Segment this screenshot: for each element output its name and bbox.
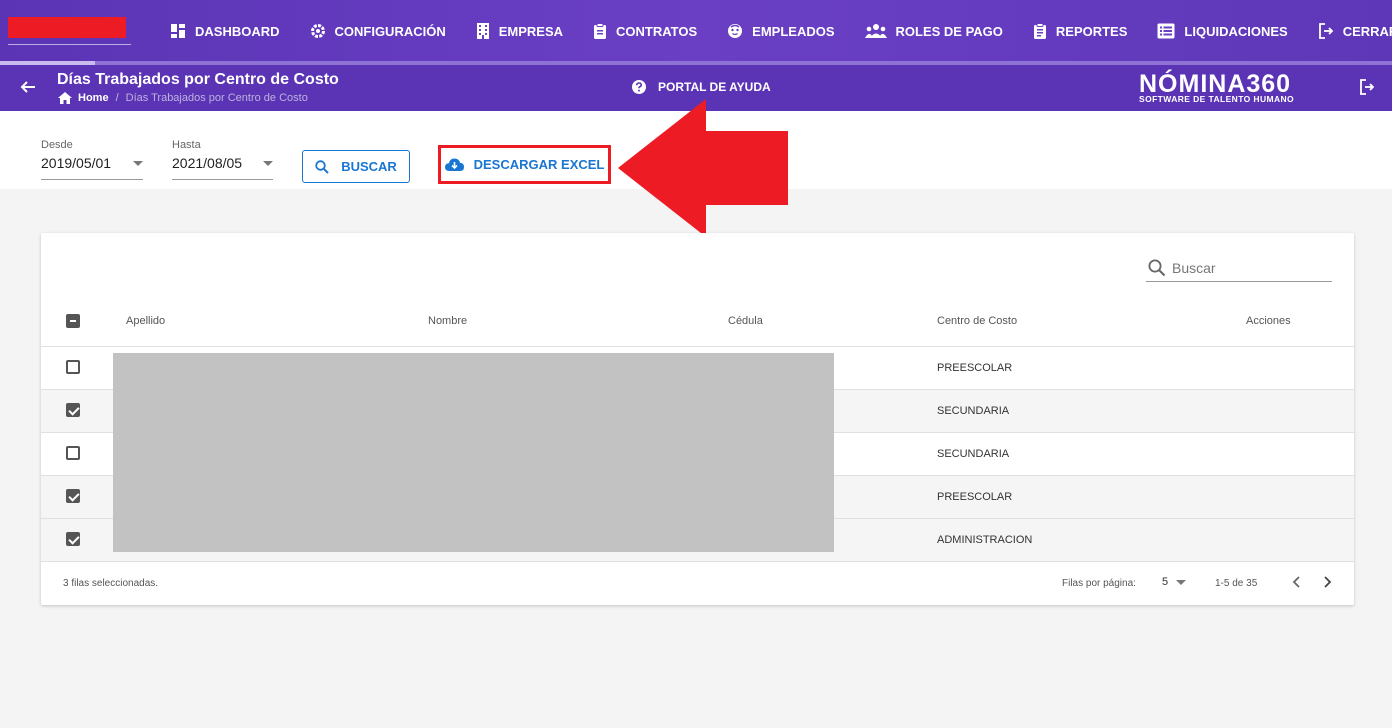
hasta-select[interactable]: 2021/08/05 xyxy=(172,155,273,180)
brand-logo[interactable] xyxy=(8,17,126,38)
hasta-date-field[interactable]: Hasta 2021/08/05 xyxy=(172,139,273,180)
hasta-value: 2021/08/05 xyxy=(172,155,243,171)
nav-contratos[interactable]: CONTRATOS xyxy=(593,23,697,39)
nav-label: CONFIGURACIÓN xyxy=(334,23,446,39)
help-icon xyxy=(632,80,646,94)
descargar-excel-button[interactable]: DESCARGAR EXCEL xyxy=(438,145,611,184)
nav-reportes[interactable]: REPORTES xyxy=(1033,23,1128,39)
column-header-centro-de-costo[interactable]: Centro de Costo xyxy=(937,315,1017,327)
column-header-acciones: Acciones xyxy=(1246,315,1291,327)
breadcrumb: Home / Días Trabajados por Centro de Cos… xyxy=(58,92,308,104)
rows-per-page-select[interactable]: 5 xyxy=(1162,576,1187,588)
help-label: PORTAL DE AYUDA xyxy=(658,80,771,94)
brand-divider xyxy=(8,44,131,45)
column-header-apellido[interactable]: Apellido xyxy=(126,315,165,327)
search-icon xyxy=(315,159,329,174)
cloud-download-icon xyxy=(444,158,464,171)
nav-configuracion[interactable]: CONFIGURACIÓN xyxy=(310,23,446,39)
rows-per-page-value: 5 xyxy=(1162,576,1169,588)
breadcrumb-home[interactable]: Home xyxy=(78,92,109,104)
nav-cerrar-sesion[interactable]: CERRAR SESIÓN xyxy=(1318,23,1392,39)
gear-icon xyxy=(310,24,325,38)
table-search[interactable] xyxy=(1146,254,1332,282)
nav-liquidaciones[interactable]: LIQUIDACIONES xyxy=(1157,23,1288,39)
building-icon xyxy=(476,23,489,39)
nav-label: ROLES DE PAGO xyxy=(895,23,1003,39)
page-title: Días Trabajados por Centro de Costo xyxy=(57,71,339,88)
column-header-nombre[interactable]: Nombre xyxy=(428,315,467,327)
redacted-block xyxy=(113,353,834,552)
row-checkbox[interactable] xyxy=(66,446,80,460)
nav-label: EMPLEADOS xyxy=(752,23,835,39)
table-header: Apellido Nombre Cédula Centro de Costo A… xyxy=(41,299,1354,347)
logout-icon[interactable] xyxy=(1359,79,1375,95)
selected-count: 3 filas seleccionadas. xyxy=(63,578,159,589)
nav-roles-de-pago[interactable]: ROLES DE PAGO xyxy=(864,23,1003,39)
list-icon xyxy=(1157,23,1175,39)
help-portal-link[interactable]: PORTAL DE AYUDA xyxy=(632,80,771,94)
buscar-label: BUSCAR xyxy=(341,159,397,174)
select-all-checkbox[interactable] xyxy=(66,314,80,328)
centro-de-costo-cell: PREESCOLAR xyxy=(937,491,1013,503)
row-checkbox[interactable] xyxy=(66,360,80,374)
nav-dashboard[interactable]: DASHBOARD xyxy=(170,23,280,39)
rows-per-page-label: Filas por página: xyxy=(1062,578,1136,589)
descargar-excel-label: DESCARGAR EXCEL xyxy=(473,157,605,172)
dropdown-caret-icon xyxy=(133,160,143,166)
dropdown-caret-icon xyxy=(263,160,273,166)
nav-label: CONTRATOS xyxy=(616,23,698,39)
dropdown-caret-icon xyxy=(1176,579,1187,585)
clipboard-icon xyxy=(594,23,607,39)
centro-de-costo-cell: PREESCOLAR xyxy=(937,362,1013,374)
breadcrumb-current: Días Trabajados por Centro de Costo xyxy=(125,92,308,104)
nav-label: EMPRESA xyxy=(498,23,564,39)
centro-de-costo-cell: ADMINISTRACION xyxy=(937,534,1033,546)
desde-date-field[interactable]: Desde 2019/05/01 xyxy=(41,139,143,180)
row-checkbox[interactable] xyxy=(66,403,80,417)
row-checkbox[interactable] xyxy=(66,489,80,503)
nav-label: DASHBOARD xyxy=(195,23,280,39)
desde-label: Desde xyxy=(41,139,73,151)
breadcrumb-separator: / xyxy=(115,92,119,104)
people-icon xyxy=(864,24,887,38)
logout-icon xyxy=(1318,23,1333,39)
centro-de-costo-cell: SECUNDARIA xyxy=(937,405,1010,417)
pagination-range: 1-5 de 35 xyxy=(1215,578,1258,589)
centro-de-costo-cell: SECUNDARIA xyxy=(937,448,1010,460)
callout-arrow-icon xyxy=(618,99,788,237)
nav-label: LIQUIDACIONES xyxy=(1184,23,1288,39)
buscar-button[interactable]: BUSCAR xyxy=(302,150,410,183)
chevron-left-icon[interactable] xyxy=(1291,576,1303,588)
desde-value: 2019/05/01 xyxy=(41,155,112,171)
row-checkbox[interactable] xyxy=(66,532,80,546)
top-navbar: DASHBOARD CONFIGURACIÓN EMPRESA CONTRATO… xyxy=(0,0,1392,65)
search-icon xyxy=(1148,259,1166,276)
nav-empresa[interactable]: EMPRESA xyxy=(476,22,563,40)
chevron-right-icon[interactable] xyxy=(1321,576,1333,588)
report-icon xyxy=(1033,23,1046,39)
main-nav: DASHBOARD CONFIGURACIÓN EMPRESA CONTRATO… xyxy=(170,0,1392,62)
table-footer: 3 filas seleccionadas. Filas por página:… xyxy=(41,562,1354,605)
nav-empleados[interactable]: EMPLEADOS xyxy=(727,23,835,39)
back-arrow-icon[interactable] xyxy=(20,79,36,95)
home-icon[interactable] xyxy=(58,92,72,104)
nav-label: REPORTES xyxy=(1055,23,1128,39)
logo-sub-text: SOFTWARE DE TALENTO HUMANO xyxy=(1139,94,1295,104)
search-input[interactable] xyxy=(1172,259,1322,276)
nav-label: CERRAR SESIÓN xyxy=(1342,23,1392,39)
nomina360-logo: NÓMINA360 SOFTWARE DE TALENTO HUMANO xyxy=(1139,72,1295,105)
dashboard-icon xyxy=(171,24,185,38)
face-icon xyxy=(728,24,743,38)
desde-select[interactable]: 2019/05/01 xyxy=(41,155,143,180)
data-table-card: Apellido Nombre Cédula Centro de Costo A… xyxy=(41,233,1354,605)
hasta-label: Hasta xyxy=(172,139,201,151)
column-header-cedula[interactable]: Cédula xyxy=(728,315,763,327)
